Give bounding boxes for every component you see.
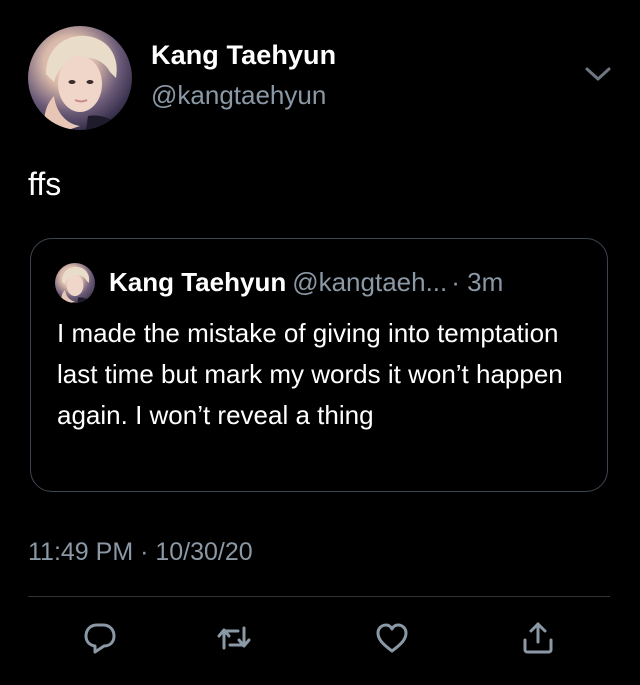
author-name[interactable]: Kang Taehyun	[151, 40, 336, 71]
avatar[interactable]	[28, 26, 132, 130]
divider	[28, 596, 610, 597]
quoted-time: · 3m	[451, 267, 504, 297]
quoted-tweet[interactable]: Kang Taehyun @kangtaeh... · 3m I made the …	[30, 238, 608, 492]
tweet-text: ffs	[28, 166, 62, 202]
chevron-down-icon[interactable]	[584, 64, 612, 84]
quoted-author-handle: @kangtaeh...	[292, 267, 448, 297]
reply-icon[interactable]	[82, 620, 118, 656]
heart-icon[interactable]	[374, 620, 410, 656]
quoted-text: I made the mistake of giving into tempta…	[57, 318, 563, 430]
quoted-author-name: Kang Taehyun	[109, 267, 287, 297]
tweet-timestamp[interactable]: 11:49 PM · 10/30/20	[28, 538, 253, 567]
share-icon[interactable]	[520, 620, 556, 656]
quoted-header: Kang Taehyun @kangtaeh... · 3m	[109, 267, 503, 298]
tweet-detail: Kang Taehyun @kangtaehyun ffs Kang Taehy…	[0, 0, 640, 685]
retweet-icon[interactable]	[216, 620, 252, 656]
quoted-avatar	[55, 263, 95, 303]
author-handle[interactable]: @kangtaehyun	[151, 80, 326, 111]
